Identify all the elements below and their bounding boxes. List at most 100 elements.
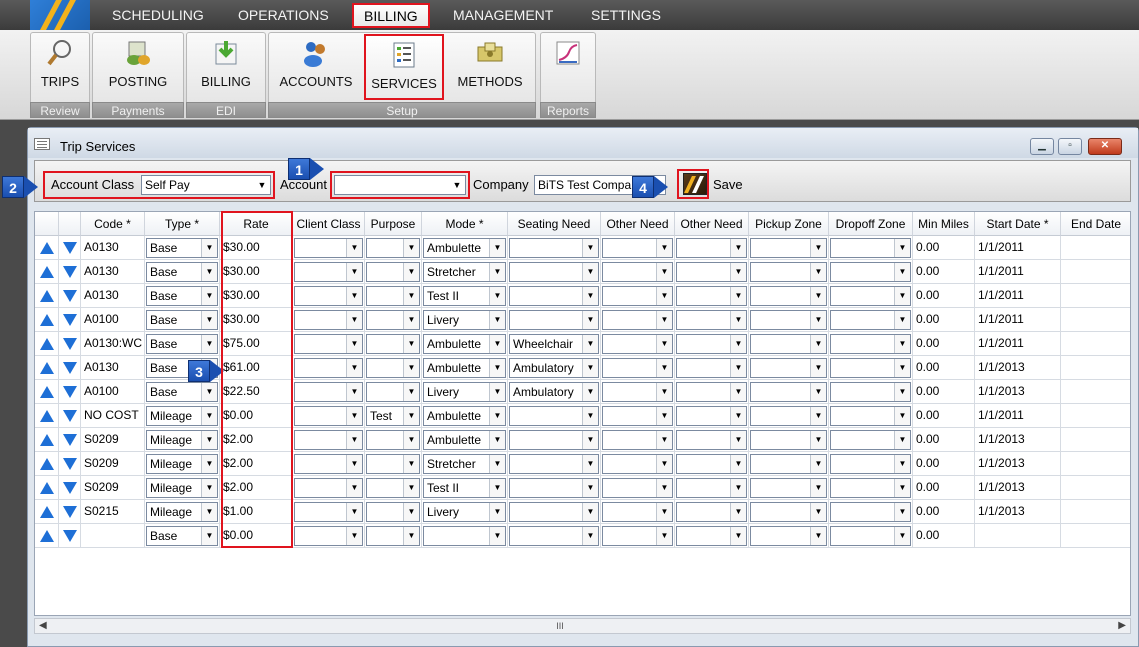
end-date-cell[interactable] xyxy=(1061,308,1130,332)
pickup-zone-select[interactable]: ▼ xyxy=(750,334,827,354)
seating-need-select[interactable]: Ambulatory ▼ xyxy=(509,358,599,378)
maximize-button[interactable]: ▫ xyxy=(1058,138,1082,155)
other-need-2-select[interactable]: ▼ xyxy=(676,478,747,498)
dropoff-zone-select[interactable]: ▼ xyxy=(830,358,911,378)
code-cell[interactable]: NO COST xyxy=(81,404,145,428)
code-cell[interactable]: A0130 xyxy=(81,236,145,260)
pickup-zone-select[interactable]: ▼ xyxy=(750,310,827,330)
accounts-button[interactable]: ACCOUNTS xyxy=(272,34,360,100)
move-down-icon[interactable] xyxy=(63,362,77,374)
seating-need-select[interactable]: ▼ xyxy=(509,478,599,498)
trips-button[interactable]: TRIPS xyxy=(32,34,88,100)
column-header-end-date[interactable]: End Date xyxy=(1061,212,1130,236)
start-date-cell[interactable]: 1/1/2013 xyxy=(975,452,1061,476)
client-class-select[interactable]: ▼ xyxy=(294,310,363,330)
type-select[interactable]: Mileage ▼ xyxy=(146,406,218,426)
end-date-cell[interactable] xyxy=(1061,356,1130,380)
code-cell[interactable]: A0130 xyxy=(81,356,145,380)
seating-need-select[interactable]: ▼ xyxy=(509,526,599,546)
min-miles-cell[interactable]: 0.00 xyxy=(913,236,975,260)
code-cell[interactable]: A0100 xyxy=(81,380,145,404)
mode-select[interactable]: Ambulette ▼ xyxy=(423,358,506,378)
client-class-select[interactable]: ▼ xyxy=(294,406,363,426)
purpose-select[interactable]: ▼ xyxy=(366,430,420,450)
client-class-select[interactable]: ▼ xyxy=(294,286,363,306)
purpose-select[interactable]: ▼ xyxy=(366,478,420,498)
save-button[interactable]: Save xyxy=(713,177,743,192)
purpose-select[interactable]: ▼ xyxy=(366,454,420,474)
save-icon[interactable] xyxy=(683,173,707,195)
min-miles-cell[interactable]: 0.00 xyxy=(913,476,975,500)
start-date-cell[interactable]: 1/1/2013 xyxy=(975,500,1061,524)
other-need-1-select[interactable]: ▼ xyxy=(602,382,673,402)
move-up-icon[interactable] xyxy=(40,242,54,254)
dropoff-zone-select[interactable]: ▼ xyxy=(830,382,911,402)
code-cell[interactable]: A0100 xyxy=(81,308,145,332)
start-date-cell[interactable]: 1/1/2013 xyxy=(975,476,1061,500)
horizontal-scrollbar[interactable]: ◀ III ▶ xyxy=(34,618,1131,634)
seating-need-select[interactable]: ▼ xyxy=(509,262,599,282)
seating-need-select[interactable]: ▼ xyxy=(509,406,599,426)
client-class-select[interactable]: ▼ xyxy=(294,526,363,546)
mode-select[interactable]: Test II ▼ xyxy=(423,478,506,498)
services-button[interactable]: SERVICES xyxy=(364,34,444,100)
move-up-icon[interactable] xyxy=(40,338,54,350)
pickup-zone-select[interactable]: ▼ xyxy=(750,382,827,402)
table-row[interactable]: S0209 Mileage ▼ $2.00 ▼ ▼ Test II ▼ ▼ ▼ ▼ ▼ ▼ 0.00 1/1… xyxy=(35,476,1130,500)
menu-management[interactable]: MANAGEMENT xyxy=(443,0,563,30)
move-down-icon[interactable] xyxy=(63,434,77,446)
mode-select[interactable]: Livery ▼ xyxy=(423,382,506,402)
other-need-1-select[interactable]: ▼ xyxy=(602,502,673,522)
other-need-2-select[interactable]: ▼ xyxy=(676,334,747,354)
table-row[interactable]: A0130:WC Base ▼ $75.00 ▼ ▼ Ambulette ▼ Wheelchai… xyxy=(35,332,1130,356)
min-miles-cell[interactable]: 0.00 xyxy=(913,332,975,356)
methods-button[interactable]: METHODS xyxy=(448,34,532,100)
dropoff-zone-select[interactable]: ▼ xyxy=(830,286,911,306)
other-need-1-select[interactable]: ▼ xyxy=(602,478,673,498)
code-cell[interactable]: A0130 xyxy=(81,260,145,284)
dropoff-zone-select[interactable]: ▼ xyxy=(830,454,911,474)
purpose-select[interactable]: ▼ xyxy=(366,238,420,258)
move-down-icon[interactable] xyxy=(63,386,77,398)
other-need-1-select[interactable]: ▼ xyxy=(602,430,673,450)
seating-need-select[interactable]: ▼ xyxy=(509,502,599,522)
type-select[interactable]: Base ▼ xyxy=(146,286,218,306)
min-miles-cell[interactable]: 0.00 xyxy=(913,260,975,284)
other-need-1-select[interactable]: ▼ xyxy=(602,454,673,474)
type-select[interactable]: Mileage ▼ xyxy=(146,430,218,450)
start-date-cell[interactable] xyxy=(975,524,1061,548)
start-date-cell[interactable]: 1/1/2011 xyxy=(975,236,1061,260)
type-select[interactable]: Base ▼ xyxy=(146,262,218,282)
move-up-icon[interactable] xyxy=(40,266,54,278)
mode-select[interactable]: Ambulette ▼ xyxy=(423,406,506,426)
purpose-select[interactable]: ▼ xyxy=(366,502,420,522)
move-up-icon[interactable] xyxy=(40,530,54,542)
pickup-zone-select[interactable]: ▼ xyxy=(750,262,827,282)
move-down-icon[interactable] xyxy=(63,458,77,470)
seating-need-select[interactable]: ▼ xyxy=(509,238,599,258)
dropoff-zone-select[interactable]: ▼ xyxy=(830,430,911,450)
type-select[interactable]: Base ▼ xyxy=(146,238,218,258)
end-date-cell[interactable] xyxy=(1061,428,1130,452)
end-date-cell[interactable] xyxy=(1061,452,1130,476)
move-up-icon[interactable] xyxy=(40,290,54,302)
purpose-select[interactable]: ▼ xyxy=(366,526,420,546)
pickup-zone-select[interactable]: ▼ xyxy=(750,502,827,522)
other-need-2-select[interactable]: ▼ xyxy=(676,238,747,258)
other-need-1-select[interactable]: ▼ xyxy=(602,286,673,306)
start-date-cell[interactable]: 1/1/2011 xyxy=(975,404,1061,428)
start-date-cell[interactable]: 1/1/2011 xyxy=(975,332,1061,356)
type-select[interactable]: Mileage ▼ xyxy=(146,478,218,498)
end-date-cell[interactable] xyxy=(1061,524,1130,548)
column-header-client-class[interactable]: Client Class xyxy=(293,212,365,236)
pickup-zone-select[interactable]: ▼ xyxy=(750,238,827,258)
seating-need-select[interactable]: Ambulatory ▼ xyxy=(509,382,599,402)
code-cell[interactable]: S0209 xyxy=(81,428,145,452)
move-up-icon[interactable] xyxy=(40,458,54,470)
start-date-cell[interactable]: 1/1/2011 xyxy=(975,260,1061,284)
move-down-icon[interactable] xyxy=(63,290,77,302)
dropoff-zone-select[interactable]: ▼ xyxy=(830,262,911,282)
purpose-select[interactable]: Test ▼ xyxy=(366,406,420,426)
other-need-2-select[interactable]: ▼ xyxy=(676,382,747,402)
move-up-icon[interactable] xyxy=(40,386,54,398)
